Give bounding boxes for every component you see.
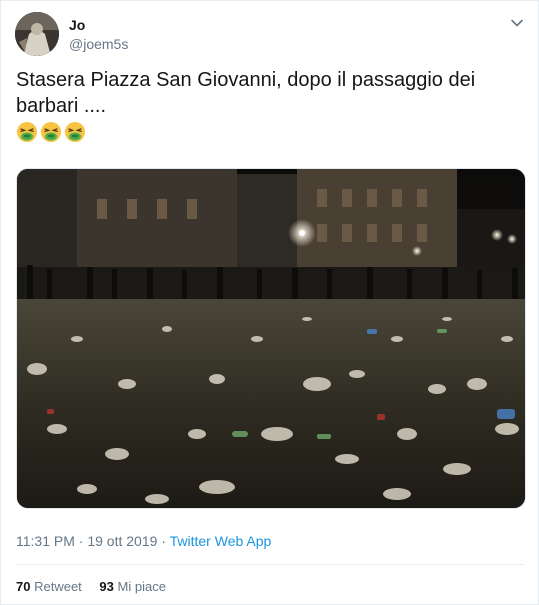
nauseated-face-icon [17,122,37,142]
retweets-count: 70 [16,579,31,594]
retweets-label: Retweet [34,579,82,594]
avatar[interactable] [15,12,59,56]
likes-count: 93 [99,579,114,594]
chevron-down-icon[interactable] [510,16,524,30]
likes-label: Mi piace [117,579,166,594]
nauseated-face-icon [41,122,61,142]
tweet-photo[interactable] [16,168,526,509]
emoji-row [16,121,86,143]
user-name[interactable]: Jo [69,17,85,33]
tweet-card: Jo @joem5s Stasera Piazza San Giovanni, … [0,0,539,605]
tweet-source-link[interactable]: Twitter Web App [170,533,272,549]
divider [16,564,524,565]
tweet-time[interactable]: 11:31 PM [16,533,75,549]
meta-separator: · [161,533,166,549]
tweet-text: Stasera Piazza San Giovanni, dopo il pas… [16,69,476,117]
nauseated-face-icon [65,122,85,142]
tweet-meta: 11:31 PM · 19 ott 2019 · Twitter Web App [16,533,271,549]
likes-stat[interactable]: 93 Mi piace [99,579,166,594]
meta-separator: · [78,533,84,549]
tweet-date[interactable]: 19 ott 2019 [87,533,157,549]
user-handle[interactable]: @joem5s [69,36,128,52]
tweet-stats: 70 Retweet 93 Mi piace [16,579,180,594]
retweets-stat[interactable]: 70 Retweet [16,579,85,594]
